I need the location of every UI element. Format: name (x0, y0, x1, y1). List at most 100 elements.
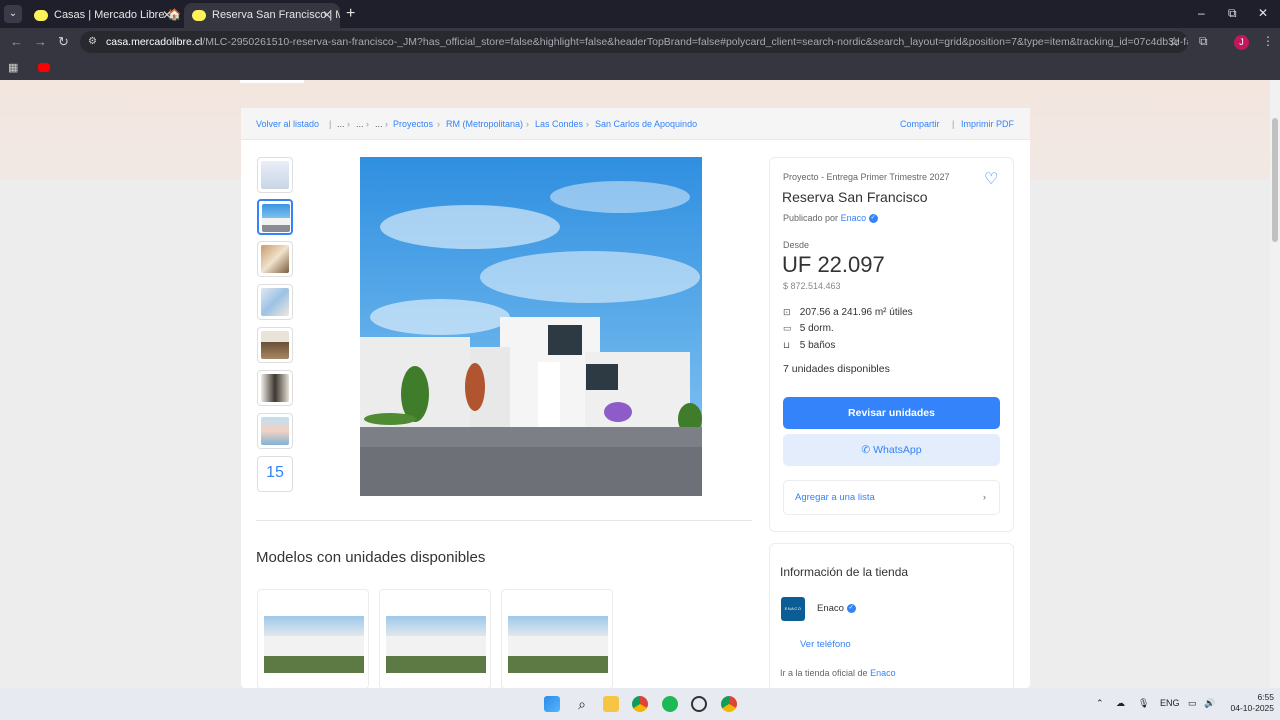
chevron-right-icon: › (982, 492, 986, 503)
favorite-heart-icon[interactable]: ♡ (984, 169, 998, 189)
whatsapp-button-label: WhatsApp (873, 444, 922, 456)
model-card[interactable] (501, 589, 613, 689)
maximize-button[interactable]: ⧉ (1228, 6, 1237, 21)
chrome-profile-icon[interactable] (721, 696, 737, 712)
clock-time: 6:55 (1257, 692, 1274, 702)
cloud-icon[interactable]: ☁ (1116, 698, 1125, 709)
tray-chevron-icon[interactable]: ⌃ (1096, 698, 1104, 709)
gallery-thumb-selected[interactable] (257, 199, 293, 235)
breadcrumb-item[interactable]: ... (356, 119, 364, 129)
url-domain: casa.mercadolibre.cl (106, 36, 203, 48)
model-card[interactable] (379, 589, 491, 689)
model-image (264, 616, 364, 673)
main-photo[interactable] (360, 157, 702, 496)
whatsapp-button[interactable]: ✆ WhatsApp (783, 434, 1000, 466)
chevron-right-icon: › (385, 119, 388, 129)
windows-start-icon[interactable] (544, 696, 560, 712)
scrollbar-thumb[interactable] (1272, 118, 1278, 242)
tab-casas[interactable]: Casas | Mercado Libre 🏠 ✕ (26, 3, 180, 28)
language-indicator[interactable]: ENG (1160, 698, 1180, 708)
spec-area-text: 207.56 a 241.96 m² útiles (799, 307, 913, 318)
menu-kebab-icon[interactable]: ⋮ (1262, 34, 1274, 48)
published-by: Publicado por Enaco ✓ (783, 213, 878, 224)
store-logo[interactable]: ENACO (781, 597, 805, 621)
whatsapp-icon: ✆ (861, 444, 871, 456)
minimize-button[interactable]: – (1198, 6, 1205, 20)
breadcrumb-item[interactable]: Proyectos (393, 119, 433, 129)
bookmark-star-icon[interactable]: ☆ (1168, 31, 1180, 53)
store-name[interactable]: Enaco ✓ (817, 603, 856, 614)
model-image (508, 616, 608, 673)
share-link[interactable]: Compartir (900, 119, 940, 129)
site-info-icon[interactable]: ⚙ (88, 31, 97, 53)
mercadolibre-favicon-icon (192, 10, 206, 21)
new-tab-plus-icon[interactable]: + (346, 5, 355, 23)
bookmarks-bar: ▦ (0, 56, 1280, 80)
browser-tab-bar: ⌄ Casas | Mercado Libre 🏠 ✕ Reserva San … (0, 0, 1280, 28)
microphone-icon[interactable]: 🎙 (1138, 698, 1149, 709)
bath-icon: ⊔ (783, 340, 791, 350)
search-icon[interactable]: ⌕ (574, 696, 590, 712)
back-arrow-icon[interactable]: ← (10, 34, 23, 49)
page-scrollbar[interactable] (1270, 80, 1280, 688)
network-icon[interactable]: ▭ (1188, 698, 1197, 709)
browser-toolbar: ← → ↻ ⚙ casa.mercadolibre.cl/MLC-2950261… (0, 28, 1280, 56)
price: UF 22.097 (782, 252, 885, 277)
volume-icon[interactable]: 🔊 (1204, 698, 1215, 709)
header-strip (240, 80, 304, 83)
gallery-thumb[interactable] (257, 284, 293, 320)
back-to-list-link[interactable]: Volver al listado (256, 119, 319, 129)
breadcrumb-item[interactable]: ... (337, 119, 345, 129)
breadcrumb-item[interactable]: Las Condes (535, 119, 583, 129)
units-available: 7 unidades disponibles (783, 363, 890, 375)
file-explorer-icon[interactable] (603, 696, 619, 712)
store-name-text: Enaco (817, 603, 844, 614)
house-facade-image (360, 157, 702, 496)
chrome-icon[interactable] (632, 696, 648, 712)
interior-thumb-image (261, 374, 289, 402)
gallery-thumb[interactable] (257, 370, 293, 406)
spotify-icon[interactable] (662, 696, 678, 712)
add-to-list-button[interactable]: Agregar a una lista › (783, 480, 1000, 515)
seller-link[interactable]: Enaco (841, 213, 867, 223)
system-clock[interactable]: 6:55 04-10-2025 (1222, 692, 1274, 714)
gallery-more-thumb[interactable]: 15 (257, 456, 293, 492)
interior-thumb-image (261, 288, 289, 316)
official-store-link[interactable]: Enaco (870, 668, 896, 678)
interior-thumb-image (261, 245, 289, 273)
gallery-thumb[interactable] (257, 413, 293, 449)
breadcrumb-item[interactable]: RM (Metropolitana) (446, 119, 523, 129)
breadcrumb-item[interactable]: ... (375, 119, 383, 129)
show-phone-link[interactable]: Ver teléfono (800, 639, 851, 650)
tab-reserva-san-francisco[interactable]: Reserva San Francisco | Mercad ✕ (184, 3, 340, 28)
interior-thumb-image (261, 331, 289, 359)
more-photos-count: 15 (266, 464, 284, 481)
address-bar[interactable]: ⚙ casa.mercadolibre.cl/MLC-2950261510-re… (80, 31, 1188, 53)
price-from-label: Desde (783, 240, 810, 250)
chatgpt-icon[interactable] (691, 696, 707, 712)
close-tab-icon[interactable]: ✕ (162, 3, 172, 28)
reload-icon[interactable]: ↻ (58, 34, 69, 50)
print-pdf-link[interactable]: Imprimir PDF (961, 119, 1014, 129)
interior-thumb-image (261, 417, 289, 445)
profile-avatar[interactable]: J (1234, 35, 1249, 50)
tab-search-chevron-icon[interactable]: ⌄ (4, 5, 22, 23)
apps-grid-icon[interactable]: ▦ (8, 61, 18, 74)
youtube-bookmark-icon[interactable] (38, 63, 50, 72)
windows-taskbar: ⌕ ⌃ ☁ 🎙 ENG ▭ 🔊 6:55 04-10-2025 (0, 688, 1280, 720)
spec-bathrooms-text: 5 baños (799, 340, 836, 351)
verified-badge-icon: ✓ (846, 603, 856, 613)
forward-arrow-icon[interactable]: → (34, 34, 47, 49)
review-units-button[interactable]: Revisar unidades (783, 397, 1000, 429)
model-card[interactable] (257, 589, 369, 689)
breadcrumb-divider: | (952, 119, 955, 129)
close-tab-icon[interactable]: ✕ (322, 3, 332, 28)
listing-title: Reserva San Francisco (782, 189, 928, 205)
extensions-icon[interactable]: ⧉ (1199, 34, 1208, 49)
gallery-thumb[interactable] (257, 157, 293, 193)
breadcrumb-item[interactable]: San Carlos de Apoquindo (595, 119, 697, 129)
gallery-thumb[interactable] (257, 327, 293, 363)
model-image (386, 616, 486, 673)
close-window-button[interactable]: ✕ (1258, 6, 1268, 20)
gallery-thumb[interactable] (257, 241, 293, 277)
